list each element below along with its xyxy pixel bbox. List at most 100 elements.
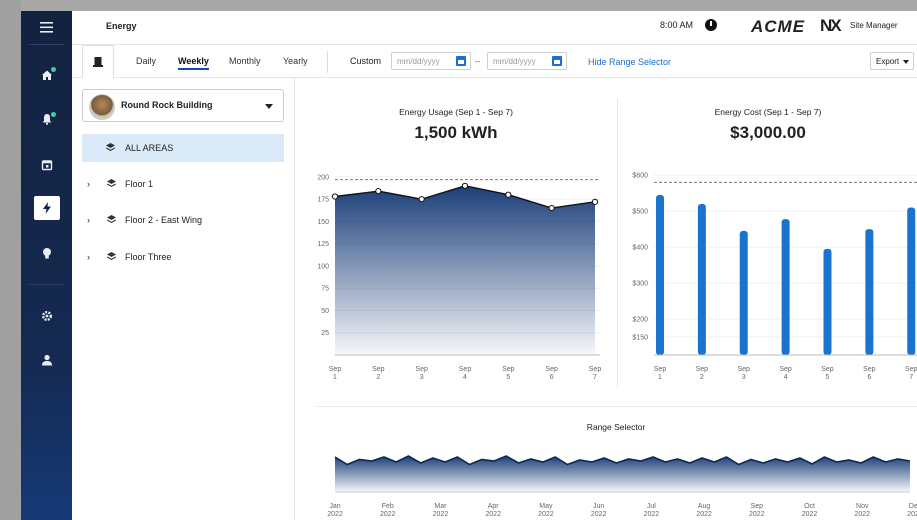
y-tick-label: 125	[317, 241, 329, 248]
usage-area	[335, 185, 595, 355]
y-tick-label: $400	[632, 245, 648, 252]
usage-chart: 255075100125150175200Sep1Sep2Sep3Sep4Sep…	[317, 174, 601, 381]
chevron-right-icon[interactable]: ›	[87, 179, 90, 189]
range-tick-label: 2022	[538, 511, 554, 518]
toolbar-divider	[327, 51, 328, 73]
user-icon[interactable]	[21, 347, 72, 373]
brand-logo: ACME	[751, 17, 806, 36]
y-tick-label: 50	[321, 308, 329, 315]
home-notification-dot	[51, 67, 56, 72]
hide-range-selector-link[interactable]: Hide Range Selector	[588, 57, 671, 67]
x-tick-label: 2	[700, 374, 704, 381]
usage-point	[505, 191, 512, 198]
range-tick-label: 2022	[854, 511, 870, 518]
range-tick-label: Feb	[382, 503, 394, 510]
page-title: Energy	[106, 21, 137, 31]
x-tick-label: Sep	[502, 366, 515, 373]
cost-chart-title: Energy Cost (Sep 1 - Sep 7)	[714, 107, 822, 117]
outer-border-top	[0, 0, 917, 11]
date-to-placeholder: mm/dd/yyyy	[493, 57, 536, 66]
tab-weekly[interactable]: Weekly	[178, 56, 209, 70]
area-label: Floor 2 - East Wing	[125, 215, 203, 225]
export-dropdown[interactable]: Export	[870, 52, 914, 70]
x-tick-label: Sep	[821, 366, 834, 373]
usage-point	[418, 196, 425, 203]
outer-border-left	[0, 0, 21, 520]
charts-area: Energy Usage (Sep 1 - Sep 7) 1,500 kWh 2…	[295, 78, 917, 520]
cost-bar	[907, 207, 916, 355]
range-tick-label: 2022	[485, 511, 501, 518]
tab-daily[interactable]: Daily	[136, 56, 156, 66]
gear-icon[interactable]	[21, 303, 72, 329]
sidebar	[21, 11, 72, 520]
building-name: Round Rock Building	[121, 100, 213, 110]
nx-logo: NX	[820, 16, 842, 35]
chevron-right-icon[interactable]: ›	[87, 252, 90, 262]
building-select[interactable]: Round Rock Building	[82, 89, 284, 122]
x-tick-label: Sep	[905, 366, 917, 373]
date-from-field[interactable]: mm/dd/yyyy	[391, 52, 471, 70]
range-selector-chart[interactable]: Jan2022Feb2022Mar2022Apr2022May2022Jun20…	[315, 434, 917, 520]
x-tick-label: 6	[867, 374, 871, 381]
y-tick-label: $150	[632, 335, 648, 342]
menu-icon[interactable]	[21, 14, 72, 40]
bell-icon[interactable]	[21, 106, 72, 132]
area-item-floor-three[interactable]: › Floor Three	[82, 243, 284, 271]
cost-chart: $150$200$300$400$500$600Sep1Sep2Sep3Sep4…	[632, 173, 917, 381]
x-tick-label: 5	[506, 374, 510, 381]
x-tick-label: Sep	[654, 366, 667, 373]
y-tick-label: 75	[321, 286, 329, 293]
area-label: Floor Three	[125, 252, 172, 262]
x-tick-label: 4	[784, 374, 788, 381]
chevron-down-icon	[265, 104, 273, 109]
building-view-tab[interactable]	[82, 45, 114, 78]
area-item-all-areas[interactable]: ALL AREAS	[82, 134, 284, 162]
chevron-right-icon[interactable]: ›	[87, 215, 90, 225]
y-tick-label: 150	[317, 219, 329, 226]
x-tick-label: 3	[420, 374, 424, 381]
usage-point	[461, 182, 469, 189]
tab-monthly[interactable]: Monthly	[229, 56, 261, 66]
range-tick-label: 2022	[380, 511, 396, 518]
x-tick-label: 1	[658, 374, 662, 381]
y-tick-label: $600	[632, 173, 648, 180]
tab-yearly[interactable]: Yearly	[283, 56, 308, 66]
y-tick-label: $200	[632, 317, 648, 324]
clock-icon	[705, 19, 717, 31]
area-label: Floor 1	[125, 179, 154, 189]
cost-bar	[865, 229, 874, 355]
area-item-floor-2[interactable]: › Floor 2 - East Wing	[82, 206, 284, 234]
calendar-icon[interactable]	[456, 56, 466, 66]
calendar-icon[interactable]	[21, 152, 72, 178]
range-tick-label: 2022	[644, 511, 660, 518]
bolt-icon[interactable]	[21, 195, 72, 221]
bulb-icon[interactable]	[21, 240, 72, 266]
layers-icon	[106, 214, 117, 228]
current-time: 8:00 AM	[660, 20, 694, 30]
range-tick-label: Mar	[434, 503, 447, 510]
app-main: Energy 8:00 AM ACME NX Site Manager Dail…	[72, 11, 917, 520]
usage-total: 1,500 kWh	[414, 123, 498, 142]
sidebar-divider	[29, 284, 64, 285]
building-avatar	[89, 94, 115, 120]
range-tick-label: 2022	[749, 511, 765, 518]
date-from-placeholder: mm/dd/yyyy	[397, 57, 440, 66]
y-tick-label: 25	[321, 330, 329, 337]
site-manager-label: Site Manager	[850, 21, 898, 30]
x-tick-label: Sep	[415, 366, 428, 373]
range-tick-label: 2022	[433, 511, 449, 518]
energy-nav-active	[33, 196, 60, 220]
x-tick-label: 5	[826, 374, 830, 381]
cost-bar	[739, 230, 748, 355]
home-icon[interactable]	[21, 62, 72, 88]
range-divider	[315, 406, 917, 407]
range-tick-label: Oct	[804, 503, 815, 510]
calendar-icon[interactable]	[552, 56, 562, 66]
x-tick-label: Sep	[863, 366, 876, 373]
x-tick-label: 7	[909, 374, 913, 381]
date-to-field[interactable]: mm/dd/yyyy	[487, 52, 567, 70]
period-toolbar: Daily Weekly Monthly Yearly Custom mm/dd…	[72, 45, 917, 78]
alerts-notification-dot	[51, 112, 56, 117]
cost-bar	[697, 203, 706, 355]
area-item-floor-1[interactable]: › Floor 1	[82, 170, 284, 198]
